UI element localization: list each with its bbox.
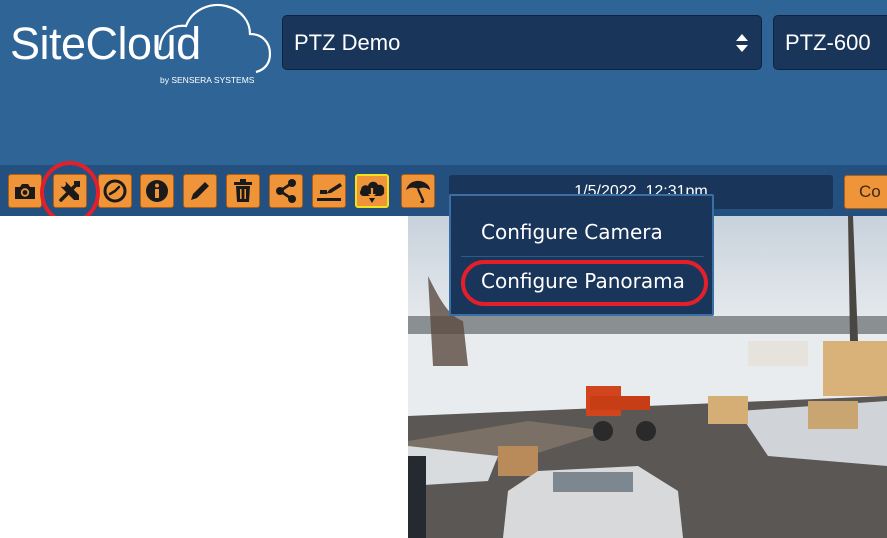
camera-select-value: PTZ-600 [785,30,871,55]
brand-name: SiteCloud [10,18,201,69]
menu-item-configure-camera[interactable]: Configure Camera [481,220,663,244]
weather-button[interactable] [401,174,435,208]
info-icon [146,180,168,202]
upload-icon [317,183,342,201]
configure-menu: Configure Camera Configure Panorama [449,194,714,316]
snapshot-button[interactable] [8,174,42,208]
camera-select[interactable]: PTZ-600 [773,15,887,70]
toolbar-right-button-label: Co [859,182,881,201]
brand-byline: by SENSERA SYSTEMS [160,75,255,85]
camera-icon [15,184,35,199]
site-select[interactable]: PTZ Demo [282,15,762,70]
cloud-download-icon [360,181,385,203]
menu-divider [461,256,704,257]
umbrella-icon [406,180,430,204]
delete-button[interactable] [226,174,260,208]
pencil-icon [191,182,209,200]
panorama-highlight-outline [461,260,708,306]
select-arrows-icon [736,34,748,52]
upload-button[interactable] [312,174,346,208]
sitecloud-logo[interactable]: SiteCloud by SENSERA SYSTEMS [10,2,272,88]
share-icon [276,179,296,203]
share-button[interactable] [269,174,303,208]
info-button[interactable] [140,174,174,208]
tools-highlight-circle [40,161,100,224]
toolbar-right-button[interactable]: Co [844,175,887,209]
cloud-download-button[interactable] [355,174,389,208]
side-panel [0,216,408,538]
app-header: SiteCloud by SENSERA SYSTEMS PTZ Demo PT… [0,0,887,165]
site-select-value: PTZ Demo [294,30,401,55]
timelapse-button[interactable] [98,174,132,208]
trash-icon [234,179,252,202]
clock-icon [103,179,127,203]
edit-button[interactable] [183,174,217,208]
